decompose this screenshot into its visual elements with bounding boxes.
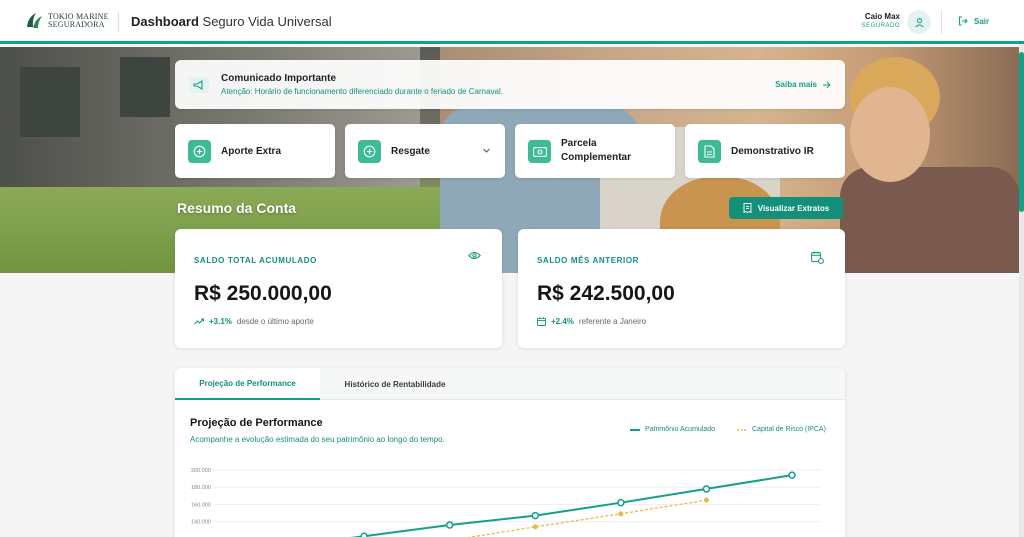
action-label: Parcela Complementar bbox=[561, 138, 632, 163]
megaphone-icon bbox=[189, 77, 209, 93]
action-demonstrativo-ir[interactable]: Demonstrativo IR bbox=[685, 124, 845, 178]
user-icon bbox=[914, 17, 924, 27]
logout-icon bbox=[959, 16, 968, 26]
calendar-icon bbox=[537, 317, 546, 326]
scrollbar-thumb[interactable] bbox=[1019, 52, 1024, 212]
tab-historico-rentabilidade[interactable]: Histórico de Rentabilidade bbox=[320, 368, 470, 400]
view-statements-button[interactable]: Visualizar Extratos bbox=[729, 197, 843, 219]
legend-line-solid bbox=[630, 428, 640, 431]
user-role: SEGURADO bbox=[861, 23, 900, 29]
legend-item-capital-risco: Capital de Risco (IPCA) bbox=[737, 426, 826, 433]
logo-text: TOKIO MARINE SEGURADORA bbox=[48, 12, 109, 29]
performance-line-chart: 200.000 180.000 160.000 140.000 bbox=[191, 468, 820, 537]
data-point-patrimonio[interactable] bbox=[788, 471, 796, 479]
data-point-patrimonio[interactable] bbox=[617, 498, 625, 507]
tab-bar: Projeção de Performance Histórico de Ren… bbox=[175, 368, 845, 400]
balance-footnote: +2.4% referente a Janeiro bbox=[537, 317, 646, 326]
action-aporte-extra[interactable]: Aporte Extra bbox=[175, 124, 335, 178]
series-line-patrimonio bbox=[350, 474, 793, 537]
arrow-right-icon bbox=[823, 81, 831, 88]
data-point-patrimonio[interactable] bbox=[531, 511, 540, 520]
avatar[interactable] bbox=[907, 10, 931, 34]
learn-more-link[interactable]: Saiba mais bbox=[775, 80, 831, 89]
balance-card-total: SALDO TOTAL ACUMULADO R$ 250.000,00 +3.1… bbox=[175, 229, 502, 348]
balance-value: R$ 250.000,00 bbox=[194, 282, 332, 305]
tokio-marine-logo-icon bbox=[27, 13, 42, 28]
header-divider bbox=[118, 12, 119, 32]
action-parcela-complementar[interactable]: Parcela Complementar bbox=[515, 124, 675, 178]
receipt-icon bbox=[743, 203, 752, 213]
y-tick-label: 140.000 bbox=[191, 520, 211, 526]
user-info: Caio Max SEGURADO bbox=[862, 12, 900, 29]
balance-label: SALDO MÊS ANTERIOR bbox=[537, 256, 640, 265]
hero-window bbox=[20, 67, 80, 137]
balance-card-previous-month: SALDO MÊS ANTERIOR R$ 242.500,00 +2.4% r… bbox=[518, 229, 845, 348]
announcement-text: Atenção: Horário de funcionamento difere… bbox=[221, 87, 503, 96]
y-tick-label: 160.000 bbox=[191, 502, 211, 508]
series-line-capital-risco bbox=[467, 499, 707, 537]
performance-panel: Projeção de Performance Histórico de Ren… bbox=[175, 368, 845, 537]
logout-button[interactable]: Sair bbox=[958, 16, 989, 26]
tab-projecao-performance[interactable]: Projeção de Performance bbox=[175, 368, 320, 400]
announcement-title: Comunicado Importante bbox=[221, 73, 337, 84]
hero-child-face bbox=[850, 87, 930, 182]
plus-circle-icon bbox=[188, 140, 211, 163]
data-point-capital-risco[interactable] bbox=[618, 511, 624, 517]
top-header: TOKIO MARINE SEGURADORA Dashboard Seguro… bbox=[0, 0, 1024, 44]
chevron-down-icon bbox=[483, 148, 490, 153]
eye-icon[interactable] bbox=[468, 251, 481, 260]
page-title: Dashboard Seguro Vida Universal bbox=[131, 14, 332, 29]
balance-footnote: +3.1% desde o último aporte bbox=[194, 317, 314, 326]
money-icon bbox=[528, 140, 551, 163]
legend-line-dashed bbox=[737, 428, 747, 431]
action-resgate[interactable]: Resgate bbox=[345, 124, 505, 178]
calendar-clock-icon bbox=[811, 251, 824, 264]
balance-value: R$ 242.500,00 bbox=[537, 282, 675, 305]
action-label: Aporte Extra bbox=[221, 146, 282, 157]
hero-window bbox=[120, 57, 170, 117]
announcement-banner: Comunicado Importante Atenção: Horário d… bbox=[175, 60, 845, 109]
balance-label: SALDO TOTAL ACUMULADO bbox=[194, 256, 317, 265]
user-name: Caio Max bbox=[864, 12, 900, 21]
action-label: Resgate bbox=[391, 146, 430, 157]
chart-title: Projeção de Performance bbox=[190, 417, 323, 429]
company-logo[interactable]: TOKIO MARINE SEGURADORA bbox=[24, 11, 109, 31]
header-divider bbox=[941, 10, 942, 34]
section-title: Resumo da Conta bbox=[177, 200, 297, 216]
data-point-patrimonio[interactable] bbox=[702, 485, 711, 493]
data-point-patrimonio[interactable] bbox=[445, 521, 454, 529]
trending-up-icon bbox=[194, 318, 204, 325]
chart-subtitle: Acompanhe a evolução estimada do seu pat… bbox=[190, 435, 445, 444]
y-tick-label: 180.000 bbox=[191, 485, 211, 491]
data-point-capital-risco[interactable] bbox=[703, 497, 709, 503]
y-tick-label: 200.000 bbox=[191, 468, 211, 474]
data-point-patrimonio[interactable] bbox=[360, 532, 368, 537]
data-point-capital-risco[interactable] bbox=[532, 524, 538, 530]
hero-person bbox=[840, 167, 1019, 273]
action-label: Demonstrativo IR bbox=[731, 146, 814, 157]
document-icon bbox=[698, 140, 721, 163]
legend-item-patrimonio: Patrimônio Acumulado bbox=[630, 426, 715, 433]
plus-circle-icon bbox=[358, 140, 381, 163]
